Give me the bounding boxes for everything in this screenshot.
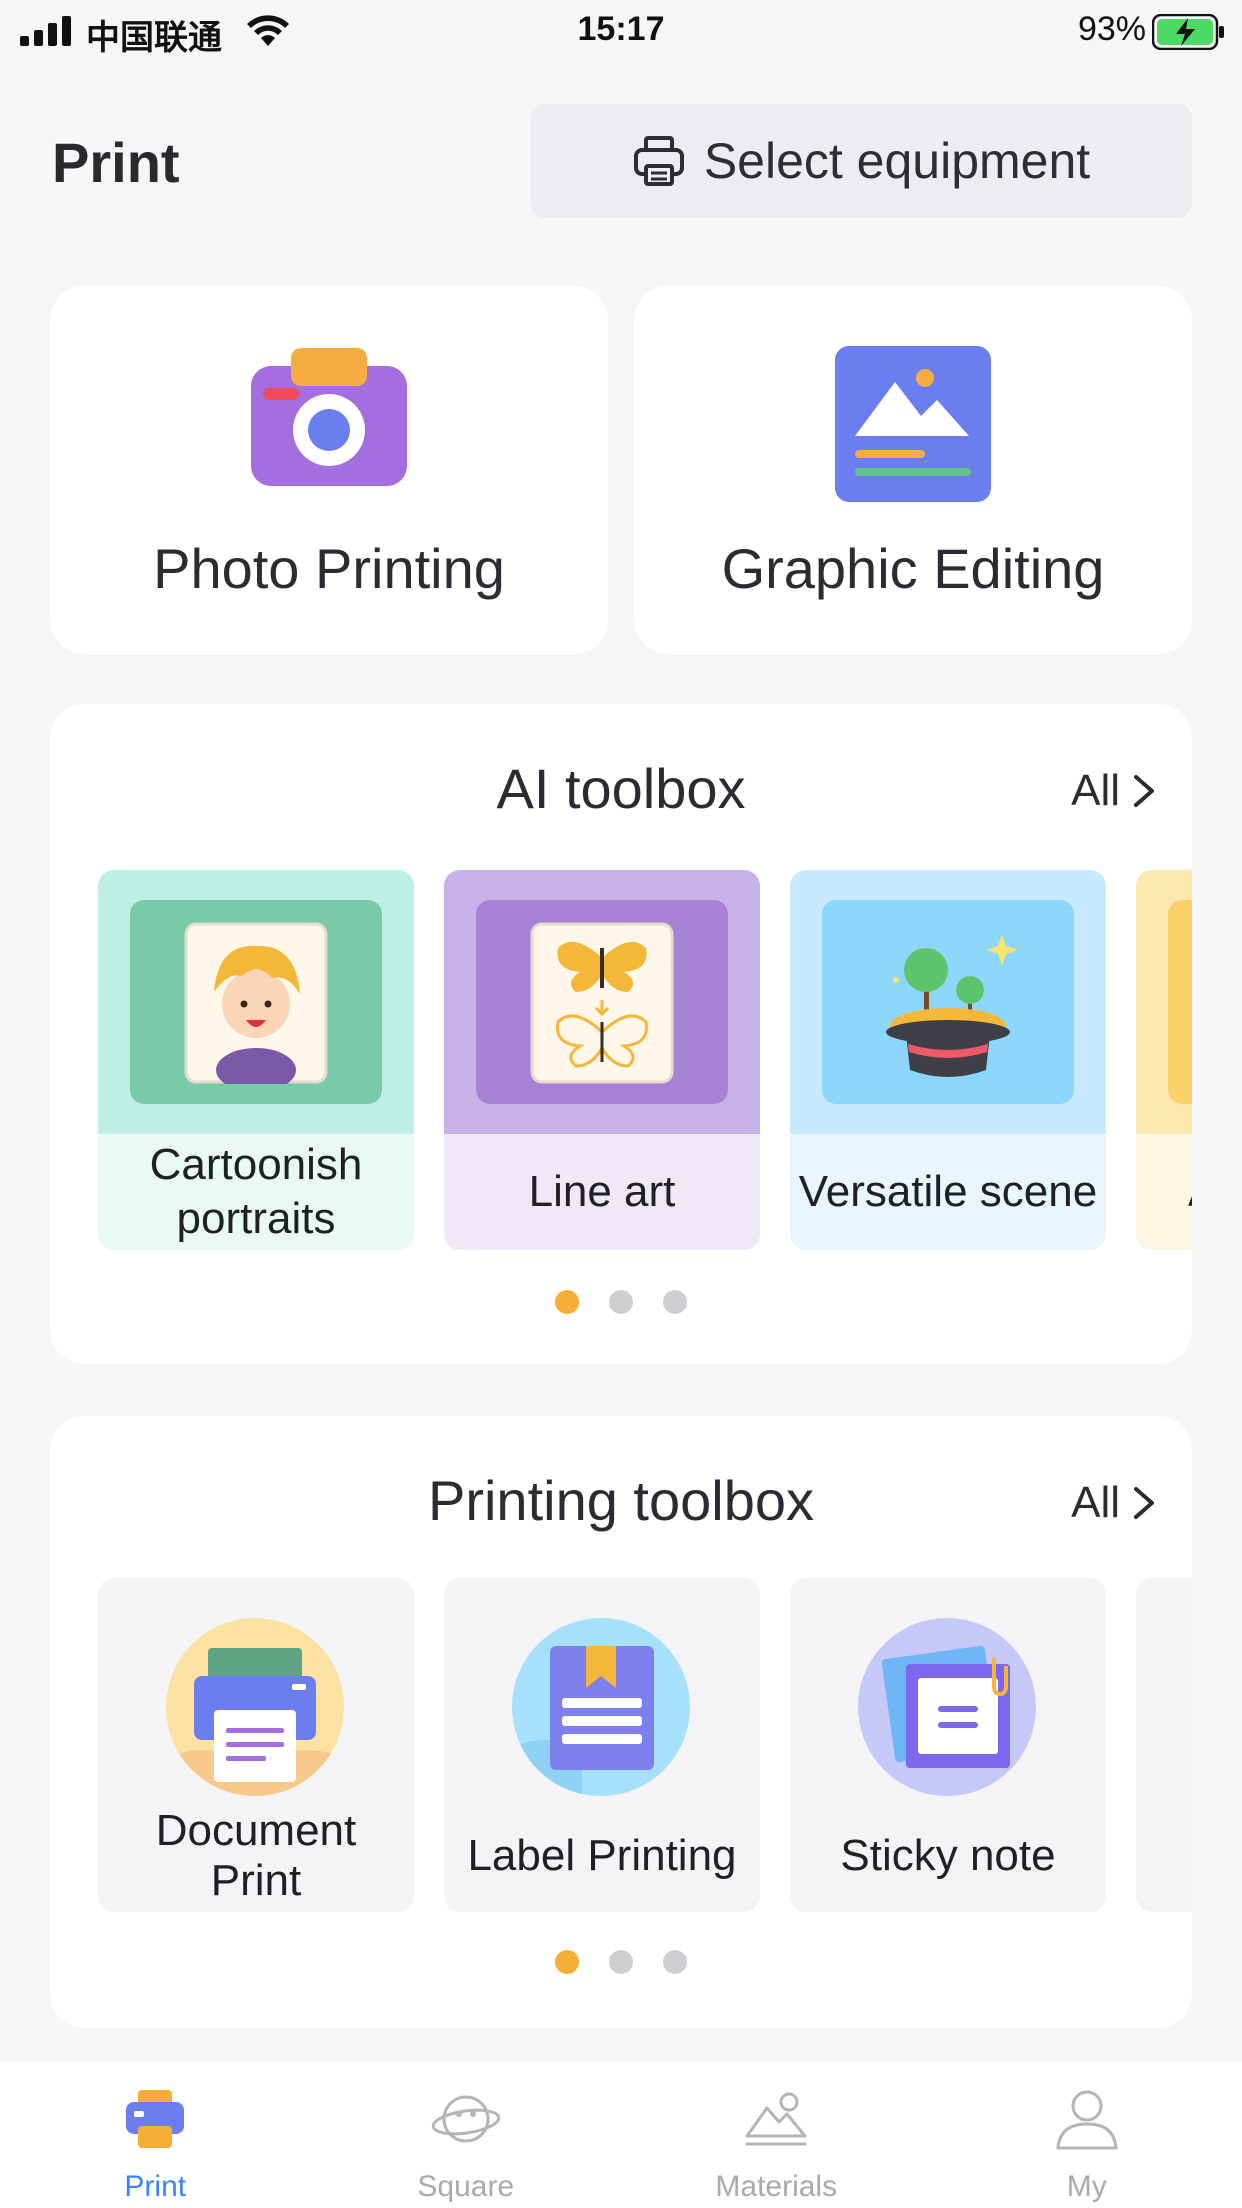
image-icon: [835, 346, 991, 502]
page-dot[interactable]: [663, 1290, 687, 1314]
tab-label: My: [1066, 2170, 1107, 2203]
label-book-icon: [512, 1646, 654, 1796]
ai-toolbox-all-link[interactable]: All: [1071, 766, 1156, 816]
tab-label: Materials: [715, 2170, 838, 2203]
page-dot[interactable]: [609, 1290, 633, 1314]
sticky-note-icon: [881, 1645, 1010, 1768]
page-dot[interactable]: [555, 1290, 579, 1314]
photo-printing-card[interactable]: Photo Printing: [50, 286, 608, 654]
printer-tab-icon: [126, 2090, 185, 2148]
ai-toolbox-title: AI toolbox: [496, 757, 746, 820]
document-printer-icon: [166, 1648, 344, 1796]
ai-toolbox-section: AI toolbox All Cartoonish portraits Line…: [50, 704, 1192, 1364]
printing-toolbox-carousel[interactable]: Document Print Label Printing Sticky not…: [98, 1578, 1192, 1914]
ai-tool-partial[interactable]: A: [1136, 870, 1192, 1250]
battery-charging-icon: [1152, 14, 1224, 50]
chevron-right-icon: [1134, 1487, 1154, 1519]
tab-square[interactable]: Square: [311, 2062, 622, 2208]
print-tool-label-line1: Document: [155, 1806, 357, 1855]
tab-bar: Print Square Materials My: [0, 2062, 1242, 2208]
print-tool-sticky-note[interactable]: Sticky note: [790, 1578, 1106, 1912]
ai-tool-label-line2: portraits: [176, 1194, 336, 1243]
tab-my[interactable]: My: [932, 2062, 1242, 2208]
ai-toolbox-all-label: All: [1071, 766, 1120, 815]
print-tool-label: Sticky note: [840, 1831, 1056, 1880]
printing-toolbox-all-label: All: [1071, 1478, 1120, 1527]
page-dot[interactable]: [609, 1950, 633, 1974]
print-tool-label-line2: Print: [210, 1856, 302, 1905]
printing-toolbox-section: Printing toolbox All Document Print Labe…: [50, 1416, 1192, 2028]
butterfly-line-art-icon: [530, 922, 674, 1084]
select-equipment-button[interactable]: Select equipment: [530, 104, 1192, 218]
print-tool-partial[interactable]: [1136, 1578, 1192, 1912]
tab-label: Print: [124, 2170, 187, 2203]
page-dot[interactable]: [555, 1950, 579, 1974]
select-equipment-label: Select equipment: [703, 133, 1091, 189]
tab-materials[interactable]: Materials: [621, 2062, 932, 2208]
print-tool-document-print[interactable]: Document Print: [98, 1578, 414, 1912]
status-bar: 中国联通 15:17 93%: [0, 0, 1242, 62]
ai-tool-cartoonish-portraits[interactable]: Cartoonish portraits: [98, 870, 414, 1250]
graphic-editing-card[interactable]: Graphic Editing: [634, 286, 1192, 654]
printer-icon: [633, 136, 684, 186]
chevron-right-icon: [1134, 775, 1154, 807]
photo-printing-label: Photo Printing: [153, 537, 505, 600]
ai-tool-versatile-scene[interactable]: Versatile scene: [790, 870, 1106, 1250]
print-tool-label-printing[interactable]: Label Printing: [444, 1578, 760, 1912]
tab-print[interactable]: Print: [0, 2062, 311, 2208]
planet-tab-icon: [431, 2095, 500, 2143]
ai-tool-label: Line art: [528, 1167, 676, 1216]
tab-label: Square: [417, 2170, 515, 2203]
status-time: 15:17: [577, 10, 665, 48]
graphic-editing-label: Graphic Editing: [721, 537, 1105, 600]
ai-tool-label-line1: Cartoonish: [149, 1140, 363, 1189]
printing-toolbox-title: Printing toolbox: [427, 1469, 814, 1532]
ai-tool-label: A: [1188, 1165, 1192, 1219]
person-tab-icon: [1056, 2090, 1118, 2150]
ai-tool-line-art[interactable]: Line art: [444, 870, 760, 1250]
page-dot[interactable]: [663, 1950, 687, 1974]
cartoon-portrait-icon: [184, 922, 328, 1084]
mountain-image-tab-icon: [745, 2092, 807, 2146]
page-title: Print: [52, 131, 180, 194]
ai-tool-label: Cartoonish portraits: [150, 1138, 363, 1246]
ai-tool-label: Versatile scene: [798, 1167, 1098, 1216]
ai-toolbox-carousel[interactable]: Cartoonish portraits Line art Versatile …: [98, 870, 1192, 1252]
battery-percent: 93%: [1077, 10, 1146, 48]
magic-hat-scene-icon: [886, 934, 1018, 1077]
ai-toolbox-page-dots: [50, 1290, 1192, 1314]
printing-toolbox-page-dots: [50, 1950, 1192, 1974]
print-tool-label: Label Printing: [467, 1831, 737, 1880]
printing-toolbox-all-link[interactable]: All: [1071, 1478, 1156, 1528]
camera-icon: [251, 348, 407, 486]
print-tool-label: Document Print: [98, 1800, 414, 1912]
